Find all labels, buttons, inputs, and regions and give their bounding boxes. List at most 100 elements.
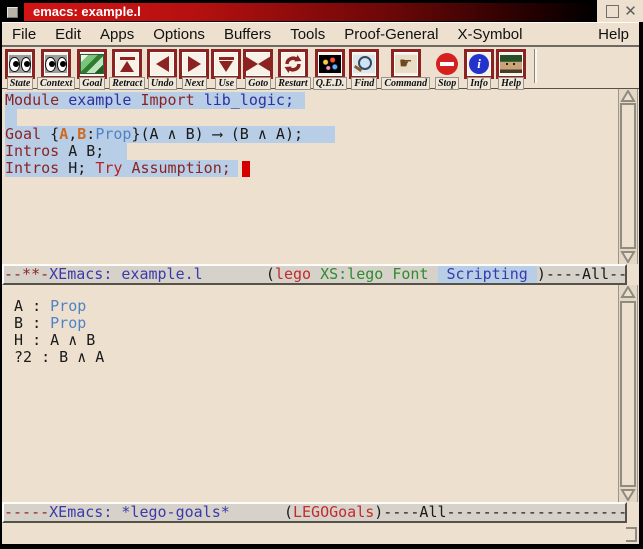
pointing-hand-icon: [395, 55, 417, 73]
buffer-line: B : Prop: [2, 315, 618, 332]
info-button[interactable]: Info: [464, 49, 494, 90]
text-segment: Scripting: [438, 265, 537, 283]
menu-file[interactable]: File: [12, 26, 36, 43]
close-icon[interactable]: [624, 5, 637, 18]
menu-help[interactable]: Help: [598, 26, 629, 43]
text-segment: A: [59, 125, 68, 143]
minibuffer[interactable]: [2, 523, 639, 544]
text-segment: --**-: [4, 265, 49, 283]
text-segment: lego: [275, 265, 311, 283]
text-segment: A B;: [59, 142, 104, 160]
menu-tools[interactable]: Tools: [290, 26, 325, 43]
eyes-icon: [45, 55, 67, 73]
text-segment: Goal: [5, 125, 41, 143]
find-button[interactable]: Find: [349, 49, 379, 90]
context-button[interactable]: Context: [37, 49, 75, 90]
text-segment: }(A ∧ B) ⟶ (B ∧ A);: [131, 125, 303, 143]
scroll-up-icon[interactable]: [619, 89, 637, 103]
text-segment: :: [86, 125, 95, 143]
menu-options[interactable]: Options: [153, 26, 205, 43]
menu-edit[interactable]: Edit: [55, 26, 81, 43]
text-segment: H : A ∧ B: [5, 331, 95, 349]
window-bottom-border: [0, 544, 643, 549]
qed-button[interactable]: Q.E.D.: [313, 49, 348, 90]
text-segment: [428, 265, 437, 283]
buffer-line: Intros A B;: [2, 143, 618, 160]
goto-button[interactable]: Goto: [243, 49, 273, 90]
scrollbar-thumb[interactable]: [620, 301, 636, 487]
text-segment: Import: [140, 91, 194, 109]
menu-x-symbol[interactable]: X-Symbol: [457, 26, 522, 43]
goals-buffer[interactable]: A : Prop B : Prop H : A ∧ B ?2 : B ∧ A: [2, 285, 618, 515]
use-button[interactable]: Use: [211, 49, 241, 90]
text-segment: Assumption;: [131, 159, 230, 177]
scrollbar-thumb[interactable]: [620, 103, 636, 249]
text-segment: [59, 91, 68, 109]
magnifier-icon: [353, 55, 375, 73]
text-segment: example: [68, 91, 131, 109]
text-segment: )----All--------------------: [374, 503, 627, 521]
picture-icon: [80, 54, 104, 74]
left-triangle-icon: [156, 56, 169, 72]
title-controls: [597, 0, 643, 22]
help-button[interactable]: Help: [496, 49, 526, 90]
maximize-icon[interactable]: [606, 5, 619, 18]
info-icon: [469, 54, 489, 74]
retract-button[interactable]: Retract: [109, 49, 145, 90]
text-segment: [195, 91, 204, 109]
script-buffer[interactable]: Module example Import lib_logic;Goal {A,…: [2, 89, 618, 267]
goals-scrollbar[interactable]: [618, 285, 638, 502]
text-segment: XEmacs: example.l: [49, 265, 203, 283]
scroll-up-icon[interactable]: [619, 285, 637, 299]
scroll-down-icon[interactable]: [619, 250, 637, 264]
undo-button[interactable]: Undo: [147, 49, 177, 90]
menu-apps[interactable]: Apps: [100, 26, 134, 43]
bowtie-triangles-icon: [245, 56, 271, 72]
menu-buffers[interactable]: Buffers: [224, 26, 271, 43]
text-segment: XEmacs: *lego-goals*: [49, 503, 230, 521]
text-segment: (: [203, 265, 275, 283]
text-segment: -----: [4, 503, 49, 521]
face-photo-icon: [500, 55, 522, 73]
restart-button[interactable]: Restart: [275, 49, 310, 90]
circular-arrows-icon: [282, 53, 304, 75]
text-segment: Intros: [5, 159, 59, 177]
buffer-line: A : Prop: [2, 298, 618, 315]
title-bar[interactable]: emacs: example.l: [0, 0, 643, 22]
fireworks-icon: [319, 55, 341, 73]
buffer-line: Goal {A,B:Prop}(A ∧ B) ⟶ (B ∧ A);: [2, 126, 618, 143]
emacs-window: emacs: example.l File Edit Apps Options …: [0, 0, 643, 549]
text-segment: [311, 265, 320, 283]
menu-proof-general[interactable]: Proof-General: [344, 26, 438, 43]
scroll-down-icon[interactable]: [619, 488, 637, 502]
next-button[interactable]: Next: [179, 49, 209, 90]
text-segment: Prop: [50, 314, 86, 332]
text-segment: Module: [5, 91, 59, 109]
goal-button[interactable]: Goal: [77, 49, 107, 90]
buffer-line: H : A ∧ B: [2, 332, 618, 349]
eyes-icon: [9, 55, 31, 73]
text-segment: XS:lego Font: [320, 265, 428, 283]
no-entry-icon: [436, 53, 458, 75]
text-segment: LEGOGoals: [293, 503, 374, 521]
window-menu-button[interactable]: [7, 7, 18, 18]
buffer-line: [2, 109, 618, 126]
retract-to-top-icon: [120, 57, 135, 72]
locked-region-highlight: Goal {A,B:Prop}(A ∧ B) ⟶ (B ∧ A);: [5, 126, 335, 143]
buffer-line: Intros H; Try Assumption;: [2, 160, 618, 177]
text-segment: Intros: [5, 142, 59, 160]
script-scrollbar[interactable]: [618, 89, 638, 264]
locked-region-highlight: [5, 109, 17, 126]
buffer-line: ?2 : B ∧ A: [2, 349, 618, 366]
text-segment: Prop: [50, 297, 86, 315]
stop-button[interactable]: Stop: [432, 49, 462, 90]
text-segment: )----All----: [537, 265, 627, 283]
text-segment: B: [77, 125, 86, 143]
toolbar-separator: [534, 49, 537, 83]
frame-content: File Edit Apps Options Buffers Tools Pro…: [2, 22, 639, 544]
state-button[interactable]: State: [5, 49, 35, 90]
text-segment: {: [41, 125, 59, 143]
toolbar: State Context Goal Retract Undo Next: [2, 47, 639, 89]
text-segment: ,: [68, 125, 77, 143]
command-button[interactable]: Command: [381, 49, 430, 90]
